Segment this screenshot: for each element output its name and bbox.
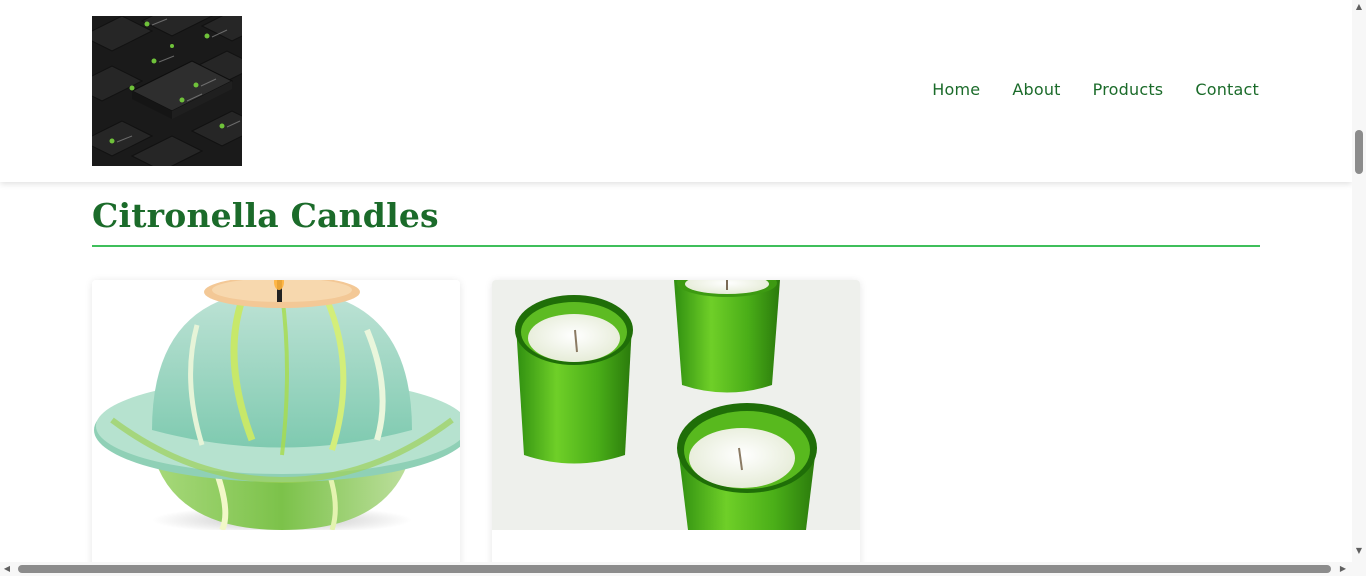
scrollbar-corner — [1352, 562, 1366, 576]
scroll-up-arrow-icon[interactable]: ▲ — [1352, 0, 1366, 14]
horizontal-scrollbar[interactable]: ◀ ▶ — [0, 562, 1352, 576]
vertical-scrollbar[interactable]: ▲ ▼ — [1352, 0, 1366, 562]
page-viewport: Home About Products Contact Citronella C… — [0, 0, 1352, 562]
site-header: Home About Products Contact — [0, 0, 1352, 182]
product-card[interactable] — [92, 280, 460, 562]
product-card[interactable] — [492, 280, 860, 562]
section-title: Citronella Candles — [92, 196, 439, 235]
vertical-scroll-thumb[interactable] — [1355, 130, 1363, 174]
product-image-glass-votives — [492, 280, 860, 530]
scroll-down-arrow-icon[interactable]: ▼ — [1352, 544, 1366, 558]
site-logo[interactable] — [92, 16, 242, 166]
scroll-left-arrow-icon[interactable]: ◀ — [0, 562, 14, 576]
horizontal-scroll-thumb[interactable] — [18, 565, 1331, 573]
title-divider — [92, 245, 1260, 247]
nav-contact-link[interactable]: Contact — [1195, 80, 1259, 99]
nav-products-link[interactable]: Products — [1093, 80, 1164, 99]
product-image-marbled-candle — [92, 280, 460, 530]
nav-about-link[interactable]: About — [1012, 80, 1060, 99]
scroll-right-arrow-icon[interactable]: ▶ — [1336, 562, 1350, 576]
nav-home-link[interactable]: Home — [932, 80, 980, 99]
main-nav: Home About Products Contact — [932, 80, 1259, 99]
logo-image — [92, 16, 242, 166]
